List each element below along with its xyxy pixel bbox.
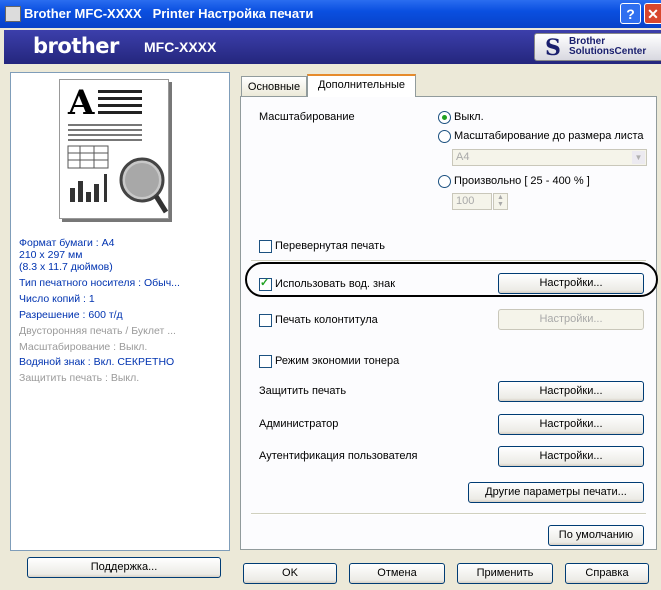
chevron-down-icon[interactable]: ▼ [632,151,645,164]
user-auth-label: Аутентификация пользователя [259,450,418,462]
tab-basic[interactable]: Основные [241,76,307,96]
summary-paper-size: Формат бумаги : A4 [19,237,115,249]
brother-logo: brother [33,34,119,58]
mirror-print-label[interactable]: Перевернутая печать [275,240,385,252]
secure-print-label: Защитить печать [259,385,347,397]
summary-media-type: Тип печатного носителя : Обыч... [19,277,180,289]
scaling-off-radio[interactable] [438,111,451,124]
administrator-settings-button[interactable]: Настройки... [498,414,644,435]
divider [251,513,646,515]
scaling-label: Масштабирование [259,111,355,123]
summary-duplex: Двусторонняя печать / Буклет ... [19,325,176,337]
paper-size-value: A4 [456,151,470,163]
help-button[interactable]: Справка [565,563,649,584]
default-button[interactable]: По умолчанию [548,525,644,546]
summary-scaling: Масштабирование : Выкл. [19,341,148,353]
page-preview-image: A [59,79,169,219]
window-title: Brother MFC-XXXX Printer Настройка печат… [24,6,314,21]
printer-settings-window: Brother MFC-XXXX Printer Настройка печат… [0,0,661,590]
toner-save-checkbox[interactable] [259,355,272,368]
brand-bar: brother MFC-XXXX S Brother SolutionsCent… [4,30,661,64]
header-footer-label[interactable]: Печать колонтитула [275,314,378,326]
summary-watermark: Водяной знак : Вкл. СЕКРЕТНО [19,356,175,368]
administrator-label: Администратор [259,418,339,430]
svg-text:A: A [67,83,95,123]
settings-summary-panel: A Формат бумаги: A4 210 x 297 мм (8.3 x… [10,72,230,551]
solutions-center-line2: SolutionsCenter [569,46,647,57]
solutions-center-icon: S [545,35,561,61]
support-button[interactable]: Поддержка... [27,557,221,578]
solutions-center-button[interactable]: S Brother SolutionsCenter [534,33,661,61]
other-print-options-button[interactable]: Другие параметры печати... [468,482,644,503]
help-title-button[interactable]: ? [620,3,641,24]
scaling-fit-page-label[interactable]: Масштабирование до размера листа [454,130,644,142]
model-name: MFC-XXXX [144,39,217,55]
summary-paper-mm: 210 x 297 мм [19,249,83,261]
header-footer-settings-button: Настройки... [498,309,644,330]
cancel-button[interactable]: Отмена [349,563,445,584]
summary-resolution: Разрешение : 600 т/д [19,309,123,321]
solutions-center-label: Brother SolutionsCenter [569,37,646,57]
paper-size-select[interactable]: A4 ▼ [452,149,647,166]
printer-icon [5,6,21,22]
apply-button[interactable]: Применить [457,563,553,584]
title-bar[interactable]: Brother MFC-XXXX Printer Настройка печат… [0,0,661,28]
scaling-spinner-icon[interactable]: ▲ ▼ [493,193,508,210]
scaling-percent-input[interactable]: 100 [452,193,492,210]
header-footer-checkbox[interactable] [259,314,272,327]
user-auth-settings-button[interactable]: Настройки... [498,446,644,467]
scaling-fit-page-radio[interactable] [438,130,451,143]
summary-copies: Число копий : 1 [19,293,95,305]
summary-paper-inch: (8.3 x 11.7 дюймов) [19,261,113,273]
summary-secure-print: Защитить печать : Выкл. [19,372,140,384]
scaling-off-label[interactable]: Выкл. [454,111,484,123]
mirror-print-checkbox[interactable] [259,240,272,253]
ok-button[interactable]: OK [243,563,337,584]
close-title-button[interactable]: ✕ [644,3,661,24]
scaling-free-radio[interactable] [438,175,451,188]
scaling-free-label[interactable]: Произвольно [ 25 - 400 % ] [454,175,590,187]
tab-advanced[interactable]: Дополнительные [307,74,416,97]
highlight-ellipse [245,262,658,297]
secure-print-settings-button[interactable]: Настройки... [498,381,644,402]
toner-save-label[interactable]: Режим экономии тонера [275,355,399,367]
